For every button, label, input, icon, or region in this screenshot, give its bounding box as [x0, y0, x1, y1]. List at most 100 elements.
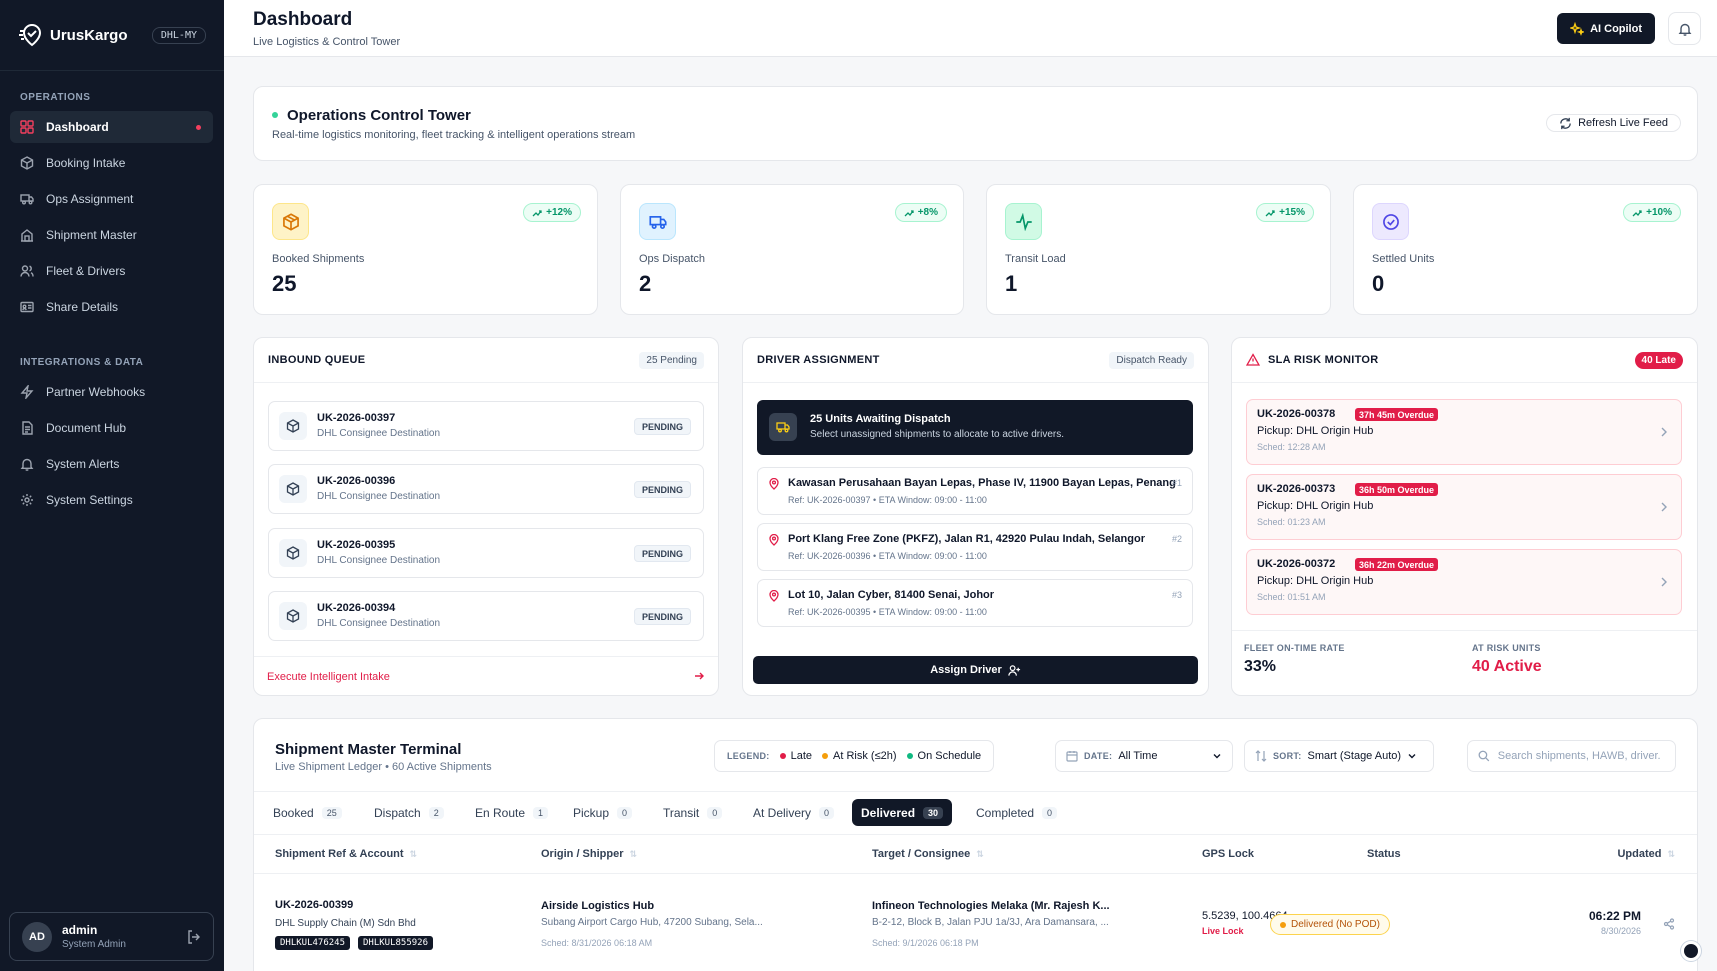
logout-icon[interactable] — [187, 929, 201, 944]
notifications-button[interactable] — [1668, 12, 1701, 45]
sidebar-item-booking-intake[interactable]: Booking Intake — [10, 147, 213, 179]
kpi-trend: +8% — [894, 203, 947, 222]
sla-item-id: UK-2026-00378 — [1257, 408, 1336, 420]
legend-item-on-schedule: On Schedule — [906, 750, 981, 762]
inbound-queue-title: INBOUND QUEUE — [268, 354, 366, 366]
sidebar-item-fleet-drivers[interactable]: Fleet & Drivers — [10, 255, 213, 287]
sla-item-id: UK-2026-00373 — [1257, 483, 1336, 495]
search-input[interactable] — [1497, 750, 1665, 762]
queue-item-destination: DHL Consignee Destination — [317, 555, 441, 566]
box-icon — [279, 602, 307, 630]
tab-transit[interactable]: Transit 0 — [654, 799, 731, 826]
fleet-ontime-label: FLEET ON-TIME RATE — [1244, 643, 1345, 653]
assign-driver-button[interactable]: Assign Driver — [753, 656, 1198, 684]
sla-risk-title: SLA RISK MONITOR — [1268, 354, 1379, 366]
search-icon — [1478, 750, 1490, 762]
column-header-label: Status — [1367, 848, 1401, 860]
chevron-right-icon — [1661, 502, 1667, 512]
date-filter-select[interactable]: DATE: All Time — [1055, 740, 1233, 772]
legend-item-at-risk: At Risk (≤2h) — [822, 750, 897, 762]
row-updated-time: 06:22 PM — [1588, 909, 1641, 923]
tab-count: 0 — [1042, 806, 1058, 819]
refresh-live-feed-button[interactable]: Refresh Live Feed — [1546, 114, 1681, 132]
row-origin-sched: Sched: 8/31/2026 06:18 AM — [541, 938, 653, 948]
trending-up-icon — [904, 209, 914, 216]
kpi-card-transit[interactable]: +15% Transit Load 1 — [986, 184, 1331, 315]
sidebar-item-label: Dashboard — [46, 120, 109, 134]
address-ref: Ref: UK-2026-00396 • ETA Window: 09:00 -… — [788, 551, 987, 561]
kpi-card-dispatch[interactable]: +8% Ops Dispatch 2 — [620, 184, 964, 315]
sla-risk-item[interactable]: UK-2026-00373 36h 50m Overdue Pickup: DH… — [1246, 474, 1682, 540]
tab-pickup[interactable]: Pickup 0 — [564, 799, 641, 826]
divider — [1232, 382, 1697, 383]
tab-count: 2 — [428, 806, 444, 819]
hawb-badge: DHLKUL855926 — [358, 936, 434, 950]
column-header-ref[interactable]: Shipment Ref & Account ⇅ — [275, 848, 417, 860]
kpi-value: 0 — [1372, 271, 1385, 296]
tab-booked[interactable]: Booked 25 — [264, 799, 351, 826]
operations-control-tower: Operations Control Tower Real-time logis… — [253, 86, 1698, 161]
status-badge: PENDING — [633, 545, 691, 562]
sla-sched: Sched: 01:23 AM — [1257, 517, 1326, 527]
shipment-search[interactable] — [1467, 740, 1676, 772]
tab-en-route[interactable]: En Route 1 — [466, 799, 557, 826]
tab-label: Pickup — [573, 805, 610, 820]
assistant-launcher-icon[interactable] — [1681, 941, 1701, 961]
awaiting-dispatch-banner: 25 Units Awaiting Dispatch Select unassi… — [757, 400, 1193, 455]
kpi-card-booked[interactable]: +12% Booked Shipments 25 — [253, 184, 598, 315]
kpi-trend: +10% — [1623, 203, 1681, 222]
address-text: Lot 10, Jalan Cyber, 81400 Senai, Johor — [788, 589, 995, 601]
avatar: AD — [22, 921, 52, 952]
queue-item[interactable]: UK-2026-00395 DHL Consignee Destination … — [268, 528, 704, 578]
sidebar-item-system-settings[interactable]: System Settings — [10, 484, 213, 516]
queue-item[interactable]: UK-2026-00394 DHL Consignee Destination … — [268, 591, 704, 641]
sidebar-item-label: Partner Webhooks — [46, 385, 146, 399]
kpi-trend-value: +10% — [1646, 207, 1672, 218]
kpi-card-settled[interactable]: +10% Settled Units 0 — [1353, 184, 1698, 315]
queue-item[interactable]: UK-2026-00396 DHL Consignee Destination … — [268, 464, 704, 514]
dispatch-address-item[interactable]: Lot 10, Jalan Cyber, 81400 Senai, Johor … — [757, 579, 1193, 627]
sla-risk-item[interactable]: UK-2026-00378 37h 45m Overdue Pickup: DH… — [1246, 399, 1682, 465]
sidebar-item-document-hub[interactable]: Document Hub — [10, 412, 213, 444]
sidebar-item-partner-webhooks[interactable]: Partner Webhooks — [10, 376, 213, 408]
kpi-trend: +12% — [523, 203, 581, 222]
sort-arrows-icon: ⇅ — [409, 848, 418, 859]
sidebar-item-ops-assignment[interactable]: Ops Assignment — [10, 183, 213, 215]
sidebar-item-system-alerts[interactable]: System Alerts — [10, 448, 213, 480]
overdue-badge: 37h 45m Overdue — [1355, 408, 1439, 421]
tab-completed[interactable]: Completed 0 — [967, 799, 1066, 826]
sort-select[interactable]: SORT: Smart (Stage Auto) — [1244, 740, 1434, 772]
driver-assignment-panel: DRIVER ASSIGNMENT Dispatch Ready 25 Unit… — [742, 337, 1209, 696]
divider — [254, 656, 718, 657]
column-header-updated[interactable]: Updated ⇅ — [1617, 848, 1675, 860]
tab-at-delivery[interactable]: At Delivery 0 — [744, 799, 843, 826]
share-icon[interactable] — [1663, 918, 1675, 930]
inbound-queue-panel: INBOUND QUEUE 25 Pending UK-2026-00397 D… — [253, 337, 719, 696]
sidebar: UrusKargo DHL-MY OPERATIONS Dashboard Bo… — [0, 0, 224, 971]
region-badge[interactable]: DHL-MY — [151, 26, 206, 44]
ai-copilot-button[interactable]: AI Copilot — [1557, 13, 1655, 44]
dispatch-address-item[interactable]: Kawasan Perusahaan Bayan Lepas, Phase IV… — [757, 467, 1193, 515]
sidebar-item-dashboard[interactable]: Dashboard — [10, 111, 213, 143]
status-badge: Delivered (No POD) — [1270, 914, 1390, 935]
sidebar-item-share-details[interactable]: Share Details — [10, 291, 213, 323]
tab-dispatch[interactable]: Dispatch 2 — [365, 799, 453, 826]
tab-delivered[interactable]: Delivered 30 — [852, 799, 953, 826]
column-header-target[interactable]: Target / Consignee ⇅ — [872, 848, 984, 860]
sidebar-item-shipment-master[interactable]: Shipment Master — [10, 219, 213, 251]
sla-risk-item[interactable]: UK-2026-00372 36h 22m Overdue Pickup: DH… — [1246, 549, 1682, 615]
user-profile[interactable]: AD admin System Admin — [9, 912, 214, 961]
dispatch-address-item[interactable]: Port Klang Free Zone (PKFZ), Jalan R1, 4… — [757, 523, 1193, 571]
box-icon — [20, 156, 34, 170]
alert-triangle-icon — [1246, 353, 1260, 366]
kpi-trend-value: +12% — [546, 207, 572, 218]
row-updated-date: 8/30/2026 — [1600, 926, 1641, 936]
column-header-origin[interactable]: Origin / Shipper ⇅ — [541, 848, 637, 860]
row-ref[interactable]: UK-2026-00399 — [275, 899, 353, 911]
queue-item[interactable]: UK-2026-00397 DHL Consignee Destination … — [268, 401, 704, 451]
execute-intelligent-intake-link[interactable]: Execute Intelligent Intake — [267, 671, 390, 683]
terminal-title: Shipment Master Terminal — [275, 741, 462, 758]
row-origin: Airside Logistics Hub — [541, 900, 655, 912]
column-header-gps: GPS Lock — [1202, 848, 1254, 860]
arrow-right-icon[interactable] — [693, 670, 705, 682]
